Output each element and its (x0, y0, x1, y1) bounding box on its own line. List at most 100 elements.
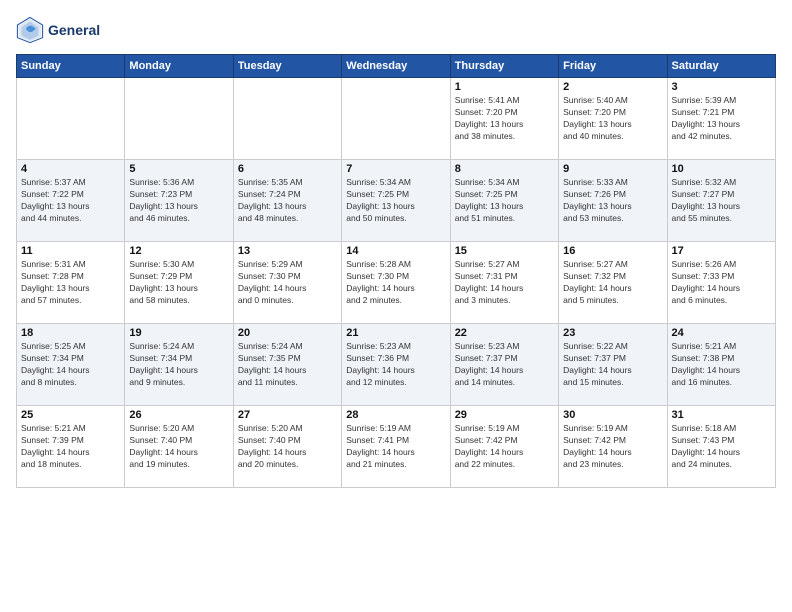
day-info: Sunrise: 5:27 AM Sunset: 7:31 PM Dayligh… (455, 259, 554, 307)
day-info: Sunrise: 5:23 AM Sunset: 7:36 PM Dayligh… (346, 341, 445, 389)
day-number: 13 (238, 245, 337, 257)
calendar-cell: 22 Sunrise: 5:23 AM Sunset: 7:37 PM Dayli… (450, 324, 558, 406)
calendar-cell: 19 Sunrise: 5:24 AM Sunset: 7:34 PM Dayli… (125, 324, 233, 406)
calendar-cell (125, 78, 233, 160)
calendar-cell: 2 Sunrise: 5:40 AM Sunset: 7:20 PM Daylig… (559, 78, 667, 160)
day-info: Sunrise: 5:32 AM Sunset: 7:27 PM Dayligh… (672, 177, 771, 225)
day-number: 30 (563, 409, 662, 421)
day-info: Sunrise: 5:18 AM Sunset: 7:43 PM Dayligh… (672, 423, 771, 471)
calendar-cell (342, 78, 450, 160)
day-info: Sunrise: 5:24 AM Sunset: 7:35 PM Dayligh… (238, 341, 337, 389)
day-number: 1 (455, 81, 554, 93)
calendar-cell: 23 Sunrise: 5:22 AM Sunset: 7:37 PM Dayli… (559, 324, 667, 406)
day-info: Sunrise: 5:24 AM Sunset: 7:34 PM Dayligh… (129, 341, 228, 389)
calendar-cell: 15 Sunrise: 5:27 AM Sunset: 7:31 PM Dayli… (450, 242, 558, 324)
day-number: 26 (129, 409, 228, 421)
calendar-cell: 18 Sunrise: 5:25 AM Sunset: 7:34 PM Dayli… (17, 324, 125, 406)
day-number: 19 (129, 327, 228, 339)
day-info: Sunrise: 5:29 AM Sunset: 7:30 PM Dayligh… (238, 259, 337, 307)
calendar-cell: 4 Sunrise: 5:37 AM Sunset: 7:22 PM Daylig… (17, 160, 125, 242)
calendar-cell: 20Sunrise: 5:24 AM Sunset: 7:35 PM Dayli… (233, 324, 341, 406)
day-info: Sunrise: 5:39 AM Sunset: 7:21 PM Dayligh… (672, 95, 771, 143)
calendar-cell (233, 78, 341, 160)
day-number: 2 (563, 81, 662, 93)
calendar-cell: 14 Sunrise: 5:28 AM Sunset: 7:30 PM Dayli… (342, 242, 450, 324)
calendar-cell: 29Sunrise: 5:19 AM Sunset: 7:42 PM Dayli… (450, 406, 558, 488)
day-info: Sunrise: 5:41 AM Sunset: 7:20 PM Dayligh… (455, 95, 554, 143)
day-number: 18 (21, 327, 120, 339)
calendar-cell: 6Sunrise: 5:35 AM Sunset: 7:24 PM Daylig… (233, 160, 341, 242)
day-info: Sunrise: 5:37 AM Sunset: 7:22 PM Dayligh… (21, 177, 120, 225)
day-number: 10 (672, 163, 771, 175)
day-info: Sunrise: 5:20 AM Sunset: 7:40 PM Dayligh… (238, 423, 337, 471)
day-number: 27 (238, 409, 337, 421)
day-info: Sunrise: 5:19 AM Sunset: 7:41 PM Dayligh… (346, 423, 445, 471)
day-number: 5 (129, 163, 228, 175)
calendar-cell (17, 78, 125, 160)
calendar-cell: 11 Sunrise: 5:31 AM Sunset: 7:28 PM Dayli… (17, 242, 125, 324)
calendar-week-row: 18 Sunrise: 5:25 AM Sunset: 7:34 PM Dayli… (17, 324, 776, 406)
day-number: 31 (672, 409, 771, 421)
weekday-header-thursday: Thursday (450, 55, 558, 78)
calendar-cell: 8 Sunrise: 5:34 AM Sunset: 7:25 PM Daylig… (450, 160, 558, 242)
calendar-cell: 7Sunrise: 5:34 AM Sunset: 7:25 PM Daylig… (342, 160, 450, 242)
day-number: 25 (21, 409, 120, 421)
day-number: 14 (346, 245, 445, 257)
calendar-cell: 28 Sunrise: 5:19 AM Sunset: 7:41 PM Dayli… (342, 406, 450, 488)
calendar-week-row: 4 Sunrise: 5:37 AM Sunset: 7:22 PM Daylig… (17, 160, 776, 242)
day-info: Sunrise: 5:28 AM Sunset: 7:30 PM Dayligh… (346, 259, 445, 307)
day-number: 11 (21, 245, 120, 257)
day-number: 23 (563, 327, 662, 339)
page: General SundayMondayTuesdayWednesdayThur… (0, 0, 792, 612)
day-number: 15 (455, 245, 554, 257)
weekday-header-row: SundayMondayTuesdayWednesdayThursdayFrid… (17, 55, 776, 78)
calendar-cell: 26 Sunrise: 5:20 AM Sunset: 7:40 PM Dayli… (125, 406, 233, 488)
day-number: 8 (455, 163, 554, 175)
calendar-cell: 5Sunrise: 5:36 AM Sunset: 7:23 PM Daylig… (125, 160, 233, 242)
weekday-header-wednesday: Wednesday (342, 55, 450, 78)
logo: General (16, 16, 100, 44)
calendar-cell: 21 Sunrise: 5:23 AM Sunset: 7:36 PM Dayli… (342, 324, 450, 406)
weekday-header-tuesday: Tuesday (233, 55, 341, 78)
calendar-cell: 24 Sunrise: 5:21 AM Sunset: 7:38 PM Dayli… (667, 324, 775, 406)
day-info: Sunrise: 5:27 AM Sunset: 7:32 PM Dayligh… (563, 259, 662, 307)
weekday-header-monday: Monday (125, 55, 233, 78)
day-number: 21 (346, 327, 445, 339)
day-number: 17 (672, 245, 771, 257)
calendar-cell: 30 Sunrise: 5:19 AM Sunset: 7:42 PM Dayli… (559, 406, 667, 488)
day-info: Sunrise: 5:25 AM Sunset: 7:34 PM Dayligh… (21, 341, 120, 389)
calendar-cell: 25 Sunrise: 5:21 AM Sunset: 7:39 PM Dayli… (17, 406, 125, 488)
calendar-table: SundayMondayTuesdayWednesdayThursdayFrid… (16, 54, 776, 488)
day-info: Sunrise: 5:23 AM Sunset: 7:37 PM Dayligh… (455, 341, 554, 389)
day-info: Sunrise: 5:33 AM Sunset: 7:26 PM Dayligh… (563, 177, 662, 225)
day-number: 24 (672, 327, 771, 339)
calendar-cell: 31 Sunrise: 5:18 AM Sunset: 7:43 PM Dayli… (667, 406, 775, 488)
day-info: Sunrise: 5:21 AM Sunset: 7:39 PM Dayligh… (21, 423, 120, 471)
logo-text: General (48, 22, 100, 39)
header: General (16, 16, 776, 44)
day-info: Sunrise: 5:19 AM Sunset: 7:42 PM Dayligh… (563, 423, 662, 471)
calendar-cell: 9 Sunrise: 5:33 AM Sunset: 7:26 PM Daylig… (559, 160, 667, 242)
day-info: Sunrise: 5:30 AM Sunset: 7:29 PM Dayligh… (129, 259, 228, 307)
calendar-cell: 16Sunrise: 5:27 AM Sunset: 7:32 PM Dayli… (559, 242, 667, 324)
calendar-cell: 27 Sunrise: 5:20 AM Sunset: 7:40 PM Dayli… (233, 406, 341, 488)
day-number: 29 (455, 409, 554, 421)
day-number: 28 (346, 409, 445, 421)
day-info: Sunrise: 5:35 AM Sunset: 7:24 PM Dayligh… (238, 177, 337, 225)
day-info: Sunrise: 5:31 AM Sunset: 7:28 PM Dayligh… (21, 259, 120, 307)
calendar-cell: 10 Sunrise: 5:32 AM Sunset: 7:27 PM Dayli… (667, 160, 775, 242)
day-info: Sunrise: 5:22 AM Sunset: 7:37 PM Dayligh… (563, 341, 662, 389)
day-number: 9 (563, 163, 662, 175)
calendar-cell: 3Sunrise: 5:39 AM Sunset: 7:21 PM Daylig… (667, 78, 775, 160)
day-number: 22 (455, 327, 554, 339)
day-info: Sunrise: 5:21 AM Sunset: 7:38 PM Dayligh… (672, 341, 771, 389)
calendar-week-row: 11 Sunrise: 5:31 AM Sunset: 7:28 PM Dayli… (17, 242, 776, 324)
calendar-cell: 17Sunrise: 5:26 AM Sunset: 7:33 PM Dayli… (667, 242, 775, 324)
day-info: Sunrise: 5:40 AM Sunset: 7:20 PM Dayligh… (563, 95, 662, 143)
day-info: Sunrise: 5:20 AM Sunset: 7:40 PM Dayligh… (129, 423, 228, 471)
calendar-cell: 12 Sunrise: 5:30 AM Sunset: 7:29 PM Dayli… (125, 242, 233, 324)
day-number: 4 (21, 163, 120, 175)
day-number: 12 (129, 245, 228, 257)
calendar-week-row: 25 Sunrise: 5:21 AM Sunset: 7:39 PM Dayli… (17, 406, 776, 488)
day-info: Sunrise: 5:34 AM Sunset: 7:25 PM Dayligh… (455, 177, 554, 225)
